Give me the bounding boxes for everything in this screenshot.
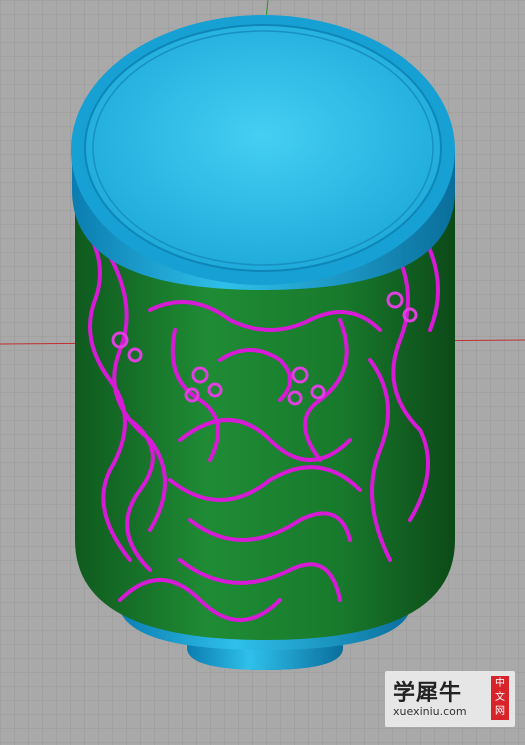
- watermark-logo: 学犀牛 xuexiniu.com 中 文 网: [385, 671, 515, 727]
- watermark-url: xuexiniu.com: [393, 705, 467, 718]
- watermark-title: 学犀牛: [393, 680, 463, 706]
- watermark-badge-char: 中: [495, 678, 505, 689]
- 3d-viewport[interactable]: [0, 0, 525, 745]
- vase-lid[interactable]: [71, 15, 455, 290]
- watermark-badge: 中 文 网: [491, 676, 509, 720]
- watermark-badge-char: 文: [495, 692, 505, 703]
- watermark-badge-char: 网: [495, 706, 505, 717]
